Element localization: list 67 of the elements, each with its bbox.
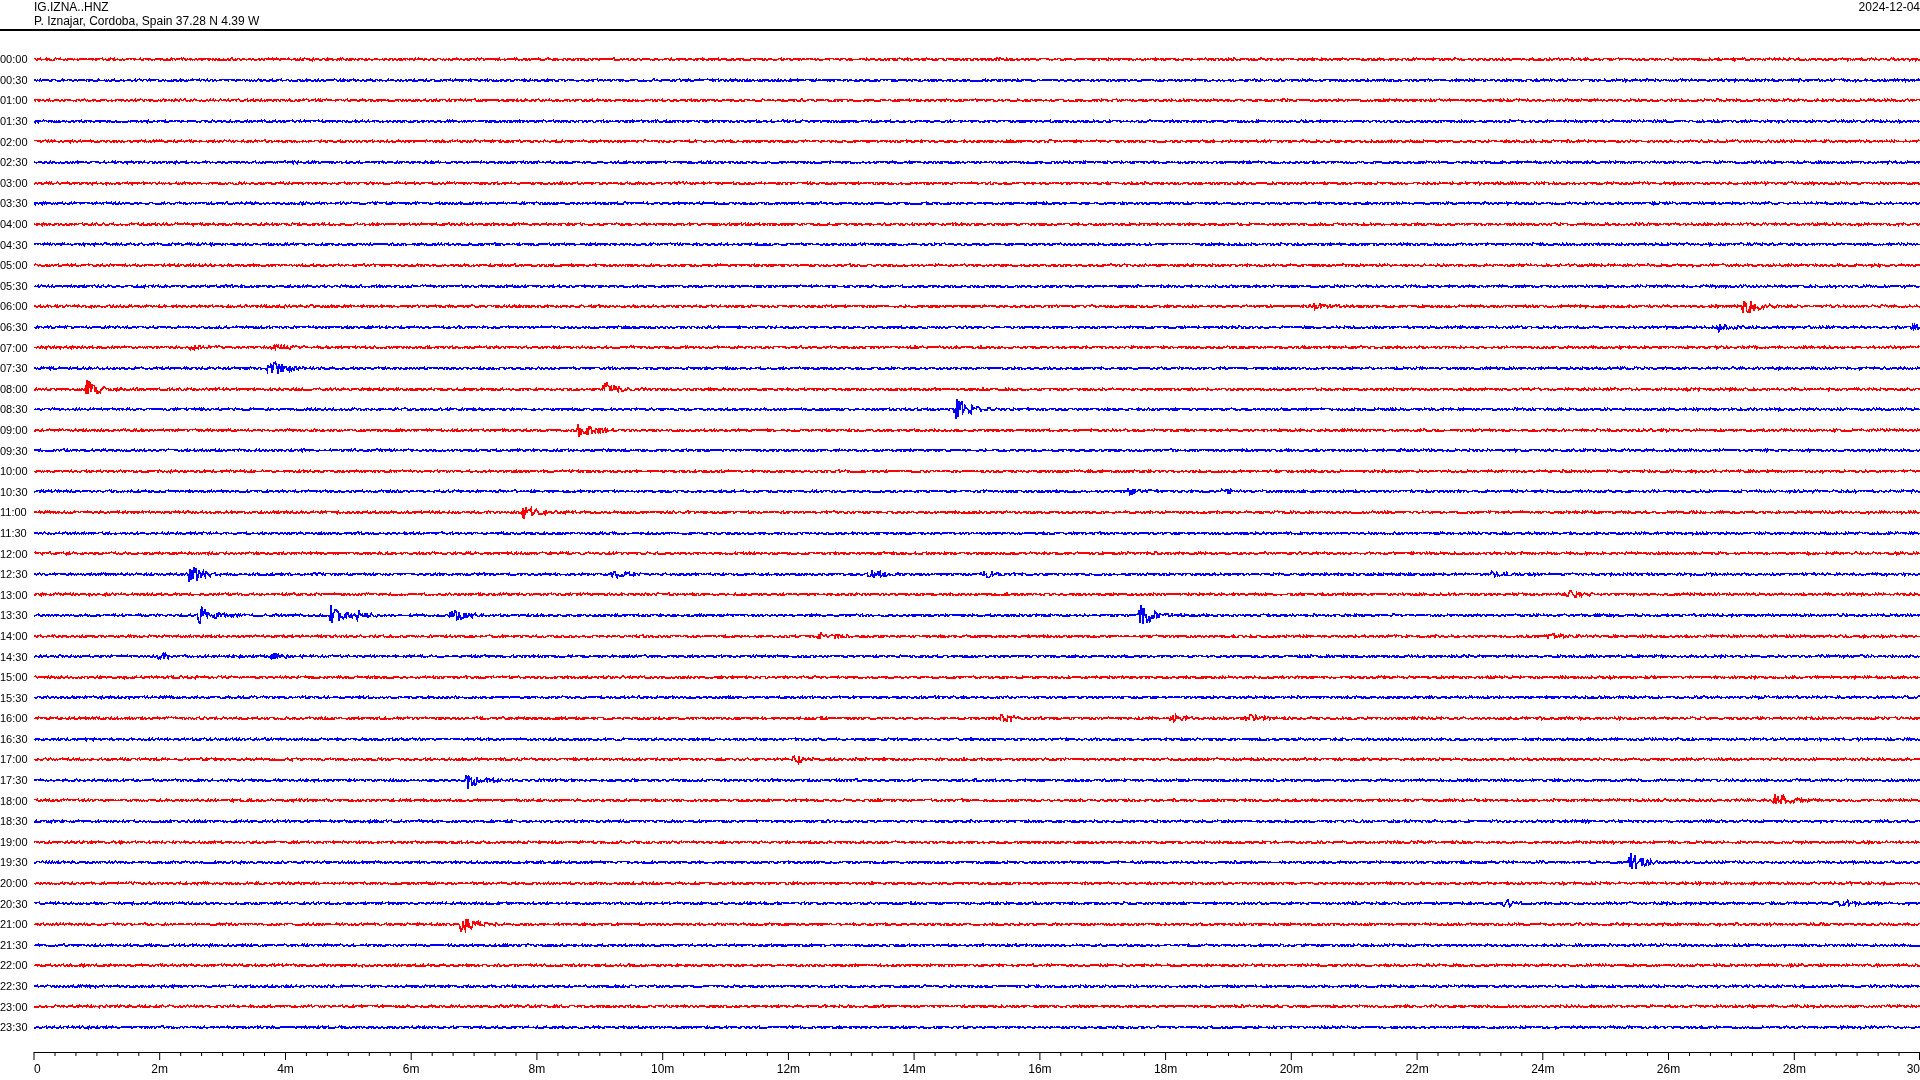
time-label: 09:00 <box>0 424 29 436</box>
axis-tick-label: 14m <box>902 1061 926 1076</box>
time-label: 13:00 <box>0 588 29 601</box>
time-label: 18:30 <box>0 815 29 828</box>
axis-tick-label: 26m <box>1656 1061 1681 1076</box>
time-label: 23:30 <box>0 1021 29 1034</box>
time-label: 07:00 <box>0 341 29 354</box>
time-label: 16:30 <box>0 732 29 745</box>
time-label: 22:00 <box>0 959 29 972</box>
time-label: 03:00 <box>0 176 29 189</box>
axis-tick-label: 22m <box>1405 1061 1429 1076</box>
axis-tick-label: 24m <box>1531 1061 1555 1076</box>
time-label: 08:00 <box>0 382 29 395</box>
time-label: 10:00 <box>0 465 29 478</box>
time-label: 01:30 <box>0 115 29 128</box>
time-label: 01:00 <box>0 94 29 107</box>
time-label: 20:30 <box>0 897 29 910</box>
time-label: 07:30 <box>0 362 29 375</box>
time-label: 12:00 <box>0 547 29 560</box>
time-label: 12:30 <box>0 568 29 581</box>
time-label: 17:00 <box>0 753 29 766</box>
time-label: 22:30 <box>0 980 29 992</box>
axis-tick-label: 10m <box>651 1061 675 1076</box>
time-label: 06:00 <box>0 300 29 313</box>
axis-tick-label: 28m <box>1782 1061 1806 1076</box>
time-label: 11:00 <box>0 506 28 519</box>
time-label: 21:30 <box>0 938 29 951</box>
axis-tick-label: 6m <box>402 1061 420 1076</box>
time-label: 02:30 <box>0 156 29 169</box>
time-label: 20:00 <box>0 877 29 890</box>
time-label: 15:30 <box>0 691 29 704</box>
time-label: 15:00 <box>0 671 29 684</box>
date-label: 2024-12-04 <box>1858 0 1920 14</box>
time-label: 11:30 <box>0 526 28 539</box>
station-code: IG.IZNA..HNZ <box>34 0 110 14</box>
axis-tick-label: 8m <box>528 1061 546 1076</box>
time-label: 05:30 <box>0 279 29 292</box>
axis-tick-label: 4m <box>277 1061 294 1076</box>
axis-tick-label: 16m <box>1028 1061 1052 1076</box>
axis-tick-label: 20m <box>1279 1061 1303 1076</box>
time-label: 21:00 <box>0 918 29 931</box>
time-label: 23:00 <box>0 1000 29 1013</box>
time-label: 08:30 <box>0 403 29 416</box>
time-label: 17:30 <box>0 774 29 787</box>
axis-tick-label: 0 <box>34 1061 41 1076</box>
axis-tick-label: 2m <box>151 1061 169 1076</box>
station-location: P. Iznajar, Cordoba, Spain 37.28 N 4.39 W <box>34 14 260 28</box>
axis-tick-label: 18m <box>1153 1061 1178 1076</box>
time-label: 13:30 <box>0 609 29 622</box>
time-label: 04:30 <box>0 238 29 251</box>
time-label: 06:30 <box>0 321 29 333</box>
time-label: 00:30 <box>0 73 29 86</box>
time-label: 19:30 <box>0 856 29 869</box>
time-label: 02:00 <box>0 135 29 148</box>
time-label: 16:00 <box>0 712 29 725</box>
time-label: 04:00 <box>0 218 29 231</box>
time-label: 03:30 <box>0 197 29 210</box>
time-label: 19:00 <box>0 835 29 848</box>
time-label: 05:00 <box>0 259 29 272</box>
axis-tick-label: 12m <box>776 1061 801 1076</box>
time-label: 18:00 <box>0 794 29 807</box>
time-label: 14:30 <box>0 650 29 663</box>
time-label: 10:30 <box>0 485 29 498</box>
time-label: 09:30 <box>0 444 29 457</box>
axis-tick-label: 30 <box>1906 1061 1920 1076</box>
time-label: 00:00 <box>0 53 29 66</box>
time-label: 14:00 <box>0 629 29 642</box>
